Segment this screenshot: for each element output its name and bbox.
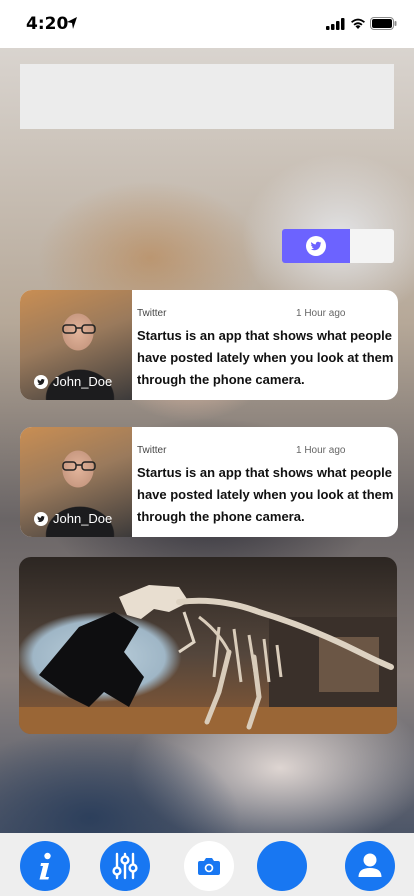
toggle-off-segment[interactable]	[350, 229, 394, 263]
blank-circle-icon	[257, 841, 307, 891]
post-text: Startus is an app that shows what people…	[137, 465, 394, 524]
post-user-tag: John_Doe	[34, 511, 112, 526]
post-image-card[interactable]	[19, 557, 397, 734]
post-card[interactable]: John_Doe Twitter 1 Hour ago Startus is a…	[20, 290, 398, 400]
bottom-nav	[0, 833, 414, 896]
twitter-toggle[interactable]	[282, 229, 394, 263]
post-author-photo: John_Doe	[20, 290, 132, 400]
glasses-detail	[62, 324, 96, 334]
filters-button[interactable]	[100, 841, 150, 891]
status-bar: 4:20	[0, 0, 414, 48]
user-icon	[358, 853, 382, 877]
battery-icon	[370, 17, 397, 30]
dinosaur-skeleton-image	[19, 585, 397, 734]
top-banner-placeholder	[20, 64, 394, 129]
location-arrow-icon	[67, 17, 77, 29]
post-timestamp: 1 Hour ago	[296, 445, 346, 456]
post-user-tag: John_Doe	[34, 374, 112, 389]
info-icon	[39, 852, 51, 880]
post-source-label: Twitter	[137, 308, 167, 319]
twitter-icon	[34, 511, 48, 526]
glasses-detail	[62, 461, 96, 471]
sliders-icon	[112, 852, 138, 880]
twitter-icon	[306, 236, 326, 256]
cellular-signal-icon	[326, 18, 345, 30]
post-card[interactable]: John_Doe Twitter 1 Hour ago Startus is a…	[20, 427, 398, 537]
post-author-photo: John_Doe	[20, 427, 132, 537]
blank-circle-button[interactable]	[257, 841, 307, 891]
status-time: 4:20	[26, 14, 69, 34]
profile-button[interactable]	[345, 841, 395, 891]
post-source-label: Twitter	[137, 445, 167, 456]
post-username[interactable]: John_Doe	[53, 374, 112, 389]
camera-button[interactable]	[184, 841, 234, 891]
post-timestamp: 1 Hour ago	[296, 308, 346, 319]
info-button[interactable]	[20, 841, 70, 891]
twitter-icon	[34, 374, 48, 389]
post-text: Startus is an app that shows what people…	[137, 328, 394, 387]
post-username[interactable]: John_Doe	[53, 511, 112, 526]
camera-icon	[198, 858, 220, 875]
wifi-icon	[351, 18, 365, 29]
toggle-on-segment[interactable]	[282, 229, 350, 263]
